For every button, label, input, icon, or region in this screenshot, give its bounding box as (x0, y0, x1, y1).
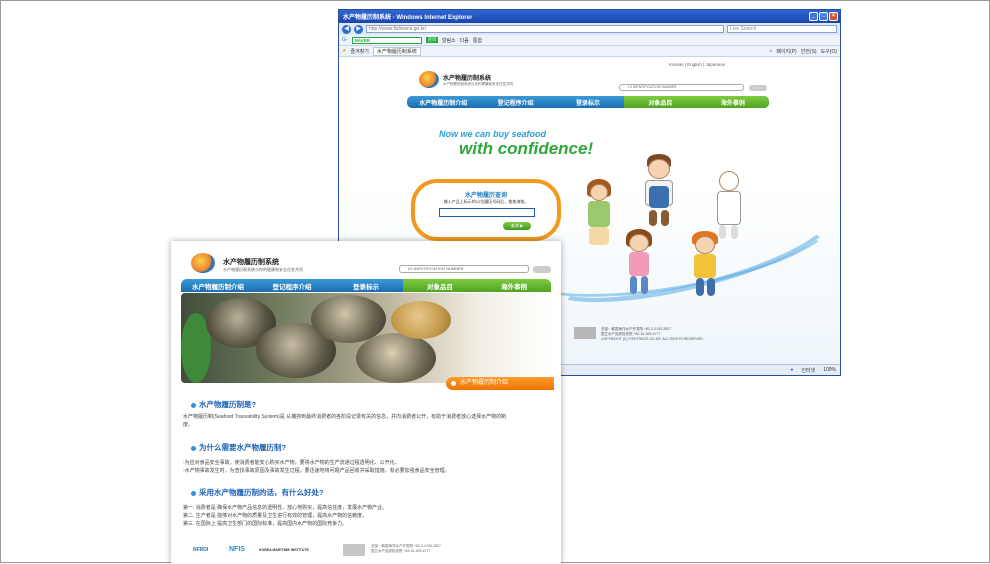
girl-illustration (624, 229, 654, 301)
site-logo-title: 水产物履历制系统 (443, 76, 492, 82)
nav-item[interactable]: 登记程序介绍 (479, 98, 551, 107)
nav-item[interactable]: 水产物履历制介绍 (407, 98, 479, 107)
footer-logo (574, 327, 596, 339)
abalone-shell (391, 301, 451, 339)
section-heading: 水产物履历制是? (191, 399, 256, 410)
woman-illustration (584, 179, 614, 249)
toolbar-item[interactable]: 알림소 (442, 37, 456, 44)
footer-logo: KOREA MARITIME INSTITUTE (259, 548, 309, 552)
toolbar-item[interactable]: 도구(O) (821, 48, 837, 55)
window-title: 水产物履历制系统 - Windows Internet Explorer (343, 15, 473, 21)
screenshot-frame: 水产物履历制系统 - Windows Internet Explorer _ □… (0, 0, 990, 564)
footer-logo: NFIS (229, 546, 245, 553)
forward-arrow-icon[interactable]: ▶ (354, 24, 363, 34)
search-box-title: 水产物履历查询 (464, 193, 507, 199)
site-footer: 总部：韩国海洋水产开发院 +82-2-2105-2827 国立水产品质检查院 +… (601, 327, 703, 342)
nav-item[interactable]: 登记程序介绍 (255, 281, 329, 291)
nav-item[interactable]: 对象品目 (403, 279, 477, 292)
site-logo-subtitle: 水产物履历制系统与你的健康和安全在发共同 (443, 82, 513, 86)
section-heading: 为什么需要水产物履历制? (191, 442, 286, 453)
section-text: 水产物履历制(Seafood Traceability System)是 从捕捞… (183, 414, 507, 428)
abalone-hero-image (181, 293, 551, 383)
zoom-level[interactable]: 100% (823, 367, 836, 373)
window-titlebar: 水产物履历制系统 - Windows Internet Explorer _ □… (339, 10, 840, 23)
main-nav: 水产物履历制介绍 登记程序介绍 登录标示 对象品目 海外事例 (407, 96, 769, 108)
lis-number-input[interactable]: LII IDENTIFICATION NUMBER (399, 265, 529, 273)
search-box-description: 输入产品上标示的12位履历号码后，按查询按。 (443, 199, 529, 204)
close-button[interactable]: × (829, 12, 838, 21)
lis-search-button[interactable] (533, 266, 551, 273)
footer-line: COPYRIGHT (C) FISHTRACE.GO.KR. ALL RIGHT… (601, 337, 703, 341)
abalone-shell (356, 333, 436, 383)
trace-search-button[interactable]: 查询 ▶ (503, 222, 531, 230)
nav-item[interactable]: 对象品目 (624, 96, 697, 108)
front-page-sample: 水产物履历制系统 水产物履历制系统与你的健康和安全在发共同 LII IDENTI… (171, 241, 561, 564)
toolbar-item[interactable]: 페이지(P) (776, 48, 796, 55)
slogan-line-2: with confidence! (459, 139, 594, 158)
footer-logo: NFRDI (193, 547, 209, 553)
toolbar-item[interactable]: 다음 (460, 37, 469, 44)
toolbar-item[interactable]: 안전(S) (801, 48, 817, 55)
star-icon[interactable]: ★ (342, 48, 346, 54)
section-heading: 采用水产物履历制的话，有什么好处? (191, 487, 324, 498)
boy-illustration (689, 231, 721, 303)
nav-item[interactable]: 水产物履历制介绍 (181, 281, 255, 291)
status-zone: 인터넷 (801, 367, 816, 374)
section-text: -为应对食品安全事故，使消费者能安心购买水产物，要将水产物的生产流通过程透明化、… (183, 460, 450, 474)
site-logo-title: 水产物履历制系统 (223, 259, 279, 266)
search-go-button[interactable]: 검색 (425, 37, 438, 43)
maximize-button[interactable]: □ (819, 12, 828, 21)
favorites-button[interactable]: 즐겨찾기 (350, 48, 368, 55)
nav-item[interactable]: 登录标示 (329, 281, 403, 291)
live-search-input[interactable]: Live Search (727, 25, 837, 33)
fish-logo-icon (191, 253, 215, 273)
naver-search-input[interactable]: NAVER (351, 36, 422, 44)
section-text: 第一. 消费者是 确保水产物产品信息的透明性、放心地购买，提高信任度，发展水产物… (183, 505, 388, 527)
minimize-button[interactable]: _ (809, 12, 818, 21)
home-icon[interactable]: ⌂ (769, 48, 772, 54)
slogan-line-1: Now we can buy seafood (439, 129, 547, 139)
traceability-search-box: 水产物履历查询 输入产品上标示的12位履历号码后，按查询按。 查询 ▶ (411, 179, 561, 241)
toolbar-item[interactable]: 통합 (473, 37, 482, 44)
nav-item[interactable]: 海外事例 (477, 279, 551, 292)
footer-logo (343, 544, 365, 556)
globe-icon: ● (790, 367, 794, 373)
language-links[interactable]: Korean | English | Japanese (669, 62, 725, 67)
site-footer: 总部：韩国海洋水产开发院 +82-2-2105-2827 国立水产品质检查院 +… (371, 544, 441, 554)
search-toolbar: G- NAVER 검색 알림소 다음 통합 (339, 35, 840, 46)
lis-search-button[interactable] (749, 85, 767, 91)
tab-toolbar: ★ 즐겨찾기 水产物履历制系统 ⌂ 페이지(P) 안전(S) 도구(O) (339, 46, 840, 57)
url-input[interactable]: http://www.fishtrace.go.kr/ (366, 25, 724, 33)
lis-number-input[interactable]: LII IDENTIFICATION NUMBER (619, 84, 744, 91)
main-nav: 水产物履历制介绍 登记程序介绍 登录标示 对象品目 海外事例 (181, 279, 551, 292)
back-arrow-icon[interactable]: ◀ (342, 24, 351, 34)
address-bar: ◀ ▶ http://www.fishtrace.go.kr/ Live Sea… (339, 23, 840, 35)
fish-logo-icon (419, 71, 439, 88)
site-logo-subtitle: 水产物履历制系统与你的健康和安全在发共同 (223, 267, 303, 272)
nav-item[interactable]: 海外事例 (696, 96, 769, 108)
google-icon: G- (342, 37, 348, 43)
fisherman-illustration (639, 154, 681, 229)
hero-section-tag: 水产物履历制介绍 (446, 377, 554, 390)
footer-line: 国立水产品质检查院 +82-51-609-4777 (371, 549, 431, 553)
trace-number-input[interactable] (439, 208, 535, 217)
browser-tab[interactable]: 水产物履历制系统 (372, 46, 421, 56)
nav-item[interactable]: 登录标示 (552, 98, 624, 107)
